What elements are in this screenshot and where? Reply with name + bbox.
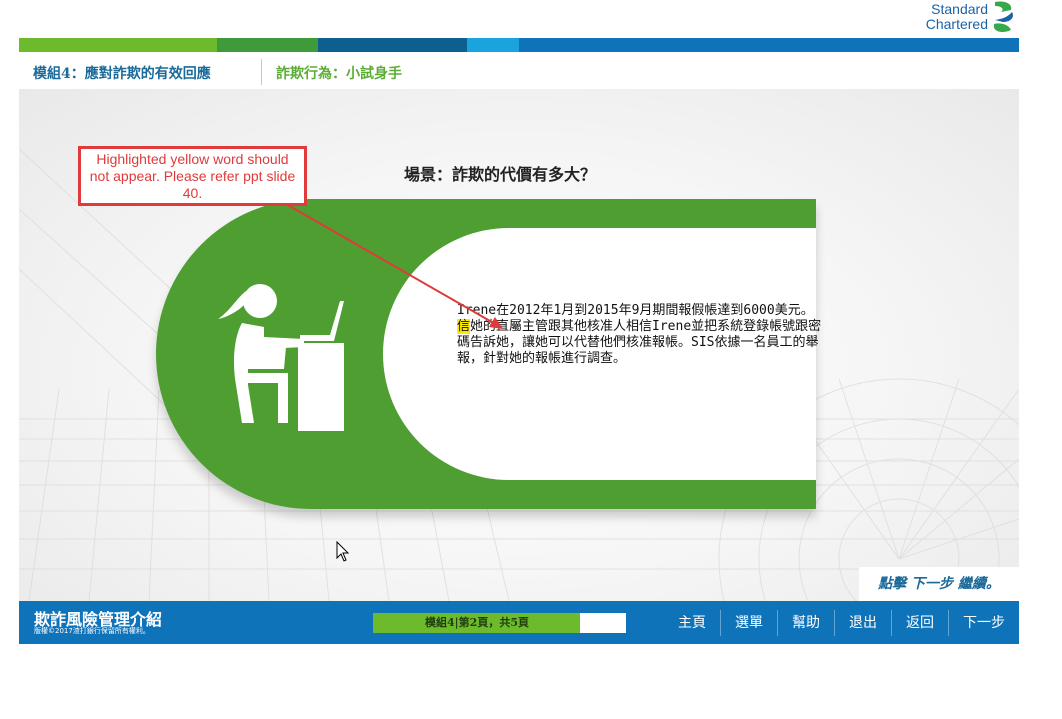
strip-segment	[217, 38, 318, 52]
strip-segment	[467, 38, 519, 52]
standard-chartered-logo: Standard Chartered	[916, 0, 1026, 36]
progress-label: 模組4|第2頁，共5頁	[425, 616, 529, 629]
nav-exit-button[interactable]: 退出	[835, 610, 891, 636]
title-divider	[261, 59, 262, 85]
brand-line-2: Chartered	[925, 16, 988, 32]
section-title: 詐欺行為：小試身手	[276, 66, 402, 82]
nav-help-button[interactable]: 幫助	[778, 610, 834, 636]
header-color-strip	[19, 38, 1019, 52]
title-bar: 模組4：應對詐欺的有效回應 詐欺行為：小試身手	[19, 53, 1019, 89]
footer-bar: 欺詐風險管理介紹 版權©2017渣打銀行保留所有權利。 模組4|第2頁，共5頁 …	[19, 601, 1019, 644]
nav-next-button[interactable]: 下一步	[949, 610, 1019, 636]
slide-stage: 場景：詐欺的代價有多大？ Irene在2012年1月到2015年9月期間報假帳達…	[19, 89, 1019, 601]
strip-segment	[318, 38, 467, 52]
copyright-text: 版權©2017渣打銀行保留所有權利。	[34, 627, 150, 635]
nav-back-button[interactable]: 返回	[892, 610, 948, 636]
nav-menu-button[interactable]: 選單	[721, 610, 777, 636]
strip-segment	[519, 38, 1019, 52]
next-hint: 點擊 下一步 繼續。	[859, 567, 1019, 601]
strip-segment	[19, 38, 217, 52]
brand-mark-icon	[994, 1, 1013, 33]
module-title: 模組4：應對詐欺的有效回應	[33, 66, 211, 82]
review-arrow	[285, 203, 503, 329]
footer-nav: 主頁 選單 幫助 退出 返回 下一步	[664, 601, 1019, 644]
mouse-cursor-icon	[336, 541, 350, 562]
progress-bar: 模組4|第2頁，共5頁	[373, 613, 626, 633]
nav-home-button[interactable]: 主頁	[664, 610, 720, 636]
brand-line-1: Standard	[931, 1, 988, 17]
